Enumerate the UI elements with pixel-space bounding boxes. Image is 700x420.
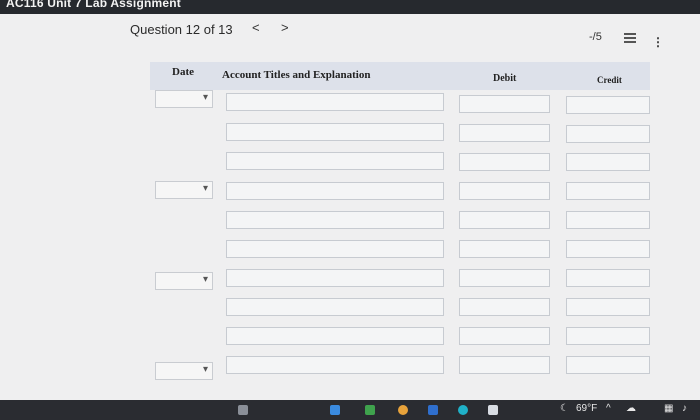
- chevron-down-icon: ▾: [202, 92, 208, 103]
- chevron-down-icon: ▾: [202, 274, 208, 285]
- chevron-down-icon: ▾: [202, 364, 208, 375]
- network-icon[interactable]: ▦: [664, 403, 673, 414]
- app-icon-2[interactable]: [330, 405, 340, 415]
- credit-input[interactable]: [566, 96, 650, 114]
- header-date: Date: [172, 66, 194, 78]
- account-input[interactable]: [226, 269, 444, 287]
- account-input[interactable]: [226, 93, 444, 111]
- account-input[interactable]: [226, 298, 444, 316]
- credit-input[interactable]: [566, 356, 650, 374]
- more-options-icon[interactable]: ⋮: [652, 35, 664, 49]
- debit-input[interactable]: [459, 240, 550, 258]
- debit-input[interactable]: [459, 124, 550, 142]
- account-input[interactable]: [226, 211, 444, 229]
- question-counter: Question 12 of 13: [130, 22, 233, 37]
- date-select[interactable]: ▾: [155, 272, 213, 290]
- date-select[interactable]: ▾: [155, 181, 213, 199]
- header-credit: Credit: [597, 75, 622, 85]
- volume-icon[interactable]: ♪: [682, 403, 687, 414]
- debit-input[interactable]: [459, 327, 550, 345]
- date-select[interactable]: ▾: [155, 362, 213, 380]
- app-icon-6[interactable]: [458, 405, 468, 415]
- account-input[interactable]: [226, 182, 444, 200]
- debit-input[interactable]: [459, 153, 550, 171]
- window-titlebar: AC116 Unit 7 Lab Assignment: [0, 0, 700, 14]
- debit-input[interactable]: [459, 95, 550, 113]
- next-question-button[interactable]: >: [281, 20, 289, 35]
- chevron-down-icon: ▾: [202, 183, 208, 194]
- credit-input[interactable]: [566, 298, 650, 316]
- account-input[interactable]: [226, 123, 444, 141]
- list-icon[interactable]: [624, 33, 636, 43]
- score-display: -/5: [589, 31, 602, 43]
- chevron-up-icon[interactable]: ^: [606, 403, 611, 414]
- credit-input[interactable]: [566, 269, 650, 287]
- weather-icon: ☾: [560, 403, 569, 414]
- credit-input[interactable]: [566, 240, 650, 258]
- credit-input[interactable]: [566, 153, 650, 171]
- onedrive-icon[interactable]: ☁: [626, 403, 636, 414]
- app-icon-3[interactable]: [365, 405, 375, 415]
- previous-question-button[interactable]: <: [252, 20, 260, 35]
- weather-temp: 69°F: [576, 403, 598, 414]
- account-input[interactable]: [226, 356, 444, 374]
- debit-input[interactable]: [459, 298, 550, 316]
- header-account-titles: Account Titles and Explanation: [222, 69, 371, 81]
- account-input[interactable]: [226, 152, 444, 170]
- header-debit: Debit: [493, 73, 517, 84]
- debit-input[interactable]: [459, 269, 550, 287]
- app-icon-4[interactable]: [398, 405, 408, 415]
- debit-input[interactable]: [459, 211, 550, 229]
- date-select[interactable]: ▾: [155, 90, 213, 108]
- account-input[interactable]: [226, 240, 444, 258]
- app-icon-1[interactable]: [238, 405, 248, 415]
- credit-input[interactable]: [566, 211, 650, 229]
- debit-input[interactable]: [459, 182, 550, 200]
- credit-input[interactable]: [566, 182, 650, 200]
- app-icon-7[interactable]: [488, 405, 498, 415]
- debit-input[interactable]: [459, 356, 550, 374]
- credit-input[interactable]: [566, 125, 650, 143]
- credit-input[interactable]: [566, 327, 650, 345]
- account-input[interactable]: [226, 327, 444, 345]
- window-title: AC116 Unit 7 Lab Assignment: [6, 0, 181, 10]
- app-icon-5[interactable]: [428, 405, 438, 415]
